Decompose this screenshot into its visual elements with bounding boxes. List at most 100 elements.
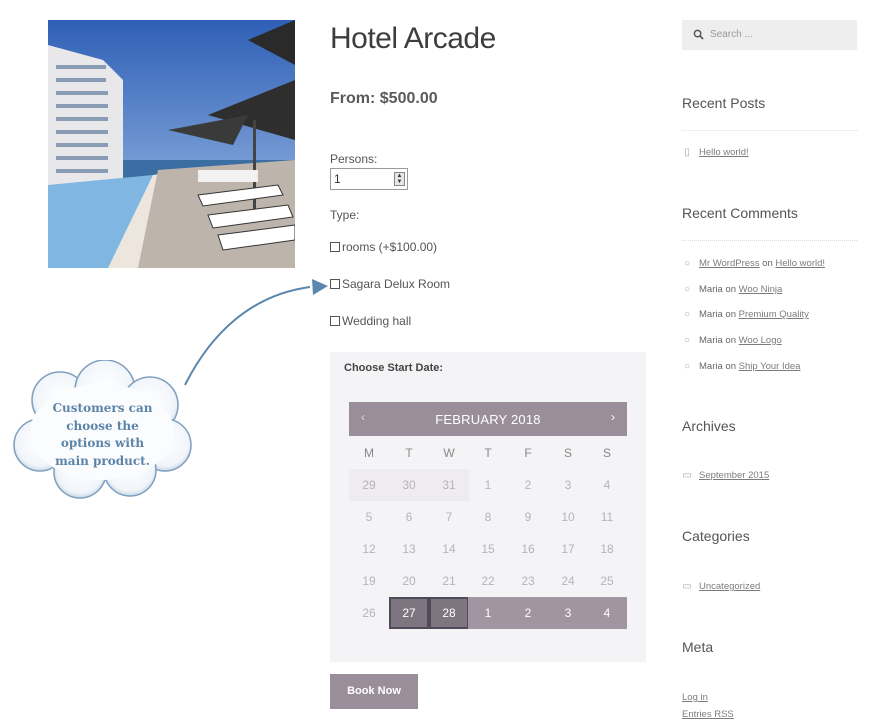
divider — [682, 130, 857, 131]
meta-item[interactable]: Log in — [682, 692, 708, 703]
calendar-day[interactable]: 14 — [429, 533, 469, 565]
comment-item: ○ Maria on Premium Quality — [682, 309, 809, 320]
calendar-day[interactable]: 26 — [349, 597, 389, 629]
calendar-day[interactable]: 23 — [508, 565, 548, 597]
categories-title: Categories — [682, 528, 750, 544]
recent-post-link[interactable]: Hello world! — [699, 147, 749, 158]
calendar-day[interactable]: 10 — [548, 501, 588, 533]
book-now-button[interactable]: Book Now — [330, 674, 418, 709]
calendar-day[interactable]: 12 — [349, 533, 389, 565]
calendar-day[interactable]: 5 — [349, 501, 389, 533]
option-checkbox[interactable] — [330, 279, 340, 289]
callout-text: Customers can choose the options with ma… — [40, 400, 165, 470]
comment-post-link[interactable]: Woo Logo — [739, 335, 782, 346]
option-sagara-delux-room[interactable]: Sagara Delux Room — [330, 277, 450, 291]
calendar-day[interactable]: 24 — [548, 565, 588, 597]
comment-item: ○ Maria on Woo Logo — [682, 335, 782, 346]
calendar-day[interactable]: 3 — [548, 597, 588, 629]
calendar-day[interactable]: 18 — [587, 533, 627, 565]
weekday-label: S — [563, 446, 572, 460]
quantity-stepper[interactable]: ▲ ▼ — [394, 172, 405, 186]
archive-item[interactable]: ▭ September 2015 — [682, 470, 769, 481]
calendar-day[interactable]: 28 — [429, 597, 469, 629]
calendar-day[interactable]: 27 — [389, 597, 429, 629]
calendar-day[interactable]: 31 — [429, 469, 469, 501]
calendar-day[interactable]: 1 — [468, 597, 508, 629]
calendar-day[interactable]: 17 — [548, 533, 588, 565]
calendar-month: FEBRUARY 2018 — [435, 412, 541, 427]
comment-on: on — [762, 258, 773, 269]
comment-icon: ○ — [683, 283, 691, 295]
weekday-label: T — [405, 446, 413, 460]
calendar-day[interactable]: 1 — [468, 469, 508, 501]
comment-item: ○ Maria on Woo Ninja — [682, 284, 782, 295]
option-rooms[interactable]: rooms (+$100.00) — [330, 240, 437, 254]
persons-input[interactable]: 1 ▲ ▼ — [330, 168, 408, 190]
calendar-day[interactable]: 30 — [389, 469, 429, 501]
comment-post-link[interactable]: Hello world! — [775, 258, 825, 269]
comment-on: on — [725, 309, 736, 320]
callout-line: choose the — [66, 418, 139, 433]
calendar-day[interactable]: 7 — [429, 501, 469, 533]
calendar-day[interactable]: 4 — [587, 469, 627, 501]
next-month-button[interactable]: › — [611, 410, 615, 424]
start-date-picker: Choose Start Date: ‹ FEBRUARY 2018 › M T W… — [330, 352, 646, 662]
category-item[interactable]: ▭ Uncategorized — [682, 581, 760, 592]
option-wedding-hall[interactable]: Wedding hall — [330, 314, 411, 328]
comment-post-link[interactable]: Premium Quality — [739, 309, 809, 320]
calendar-day[interactable]: 9 — [508, 501, 548, 533]
option-label: Sagara Delux Room — [342, 277, 451, 291]
calendar-day[interactable]: 4 — [587, 597, 627, 629]
calendar-day[interactable]: 21 — [429, 565, 469, 597]
calendar-day[interactable]: 2 — [508, 469, 548, 501]
comment-author[interactable]: Mr WordPress — [699, 258, 760, 269]
calendar-day[interactable]: 22 — [468, 565, 508, 597]
option-checkbox[interactable] — [330, 242, 340, 252]
calendar-day[interactable]: 25 — [587, 565, 627, 597]
archive-link[interactable]: September 2015 — [699, 470, 769, 481]
meta-title: Meta — [682, 639, 714, 655]
type-label: Type: — [330, 208, 360, 222]
comment-on: on — [725, 361, 736, 372]
calendar-day[interactable]: 20 — [389, 565, 429, 597]
comment-author: Maria — [699, 284, 723, 295]
persons-label: Persons: — [330, 152, 378, 166]
persons-value: 1 — [334, 172, 341, 186]
option-checkbox[interactable] — [330, 316, 340, 326]
search-icon — [693, 29, 704, 40]
calendar-day[interactable]: 15 — [468, 533, 508, 565]
calendar-day[interactable]: 11 — [587, 501, 627, 533]
meta-item[interactable]: Entries RSS — [682, 709, 734, 720]
comment-icon: ○ — [683, 257, 691, 269]
recent-posts-title: Recent Posts — [682, 95, 766, 111]
calendar-day[interactable]: 16 — [508, 533, 548, 565]
search-input[interactable]: Search ... — [710, 29, 753, 40]
calendar-day[interactable]: 6 — [389, 501, 429, 533]
callout-line: main product. — [55, 453, 150, 468]
calendar-day[interactable]: 13 — [389, 533, 429, 565]
comment-author: Maria — [699, 309, 723, 320]
calendar-header: ‹ FEBRUARY 2018 › — [349, 402, 627, 436]
calendar-day[interactable]: 3 — [548, 469, 588, 501]
comment-post-link[interactable]: Ship Your Idea — [739, 361, 801, 372]
weekday-label: S — [602, 446, 611, 460]
comment-on: on — [725, 335, 736, 346]
divider — [682, 240, 857, 241]
comment-author: Maria — [699, 335, 723, 346]
calendar-day[interactable]: 19 — [349, 565, 389, 597]
comment-author: Maria — [699, 361, 723, 372]
comment-icon: ○ — [683, 334, 691, 346]
comment-item: ○ Maria on Ship Your Idea — [682, 361, 800, 372]
folder-icon: ▭ — [682, 580, 692, 592]
meta-link-log-in[interactable]: Log in — [682, 692, 708, 703]
meta-link-entries-rss[interactable]: Entries RSS — [682, 709, 734, 720]
category-link[interactable]: Uncategorized — [699, 581, 760, 592]
calendar-day[interactable]: 8 — [468, 501, 508, 533]
weekday-label: F — [524, 446, 532, 460]
calendar-day[interactable]: 2 — [508, 597, 548, 629]
search-box[interactable]: Search ... — [682, 20, 857, 50]
recent-post-item[interactable]: ▯ Hello world! — [682, 146, 749, 158]
document-icon: ▯ — [684, 146, 690, 158]
calendar-day[interactable]: 29 — [349, 469, 389, 501]
comment-post-link[interactable]: Woo Ninja — [739, 284, 783, 295]
